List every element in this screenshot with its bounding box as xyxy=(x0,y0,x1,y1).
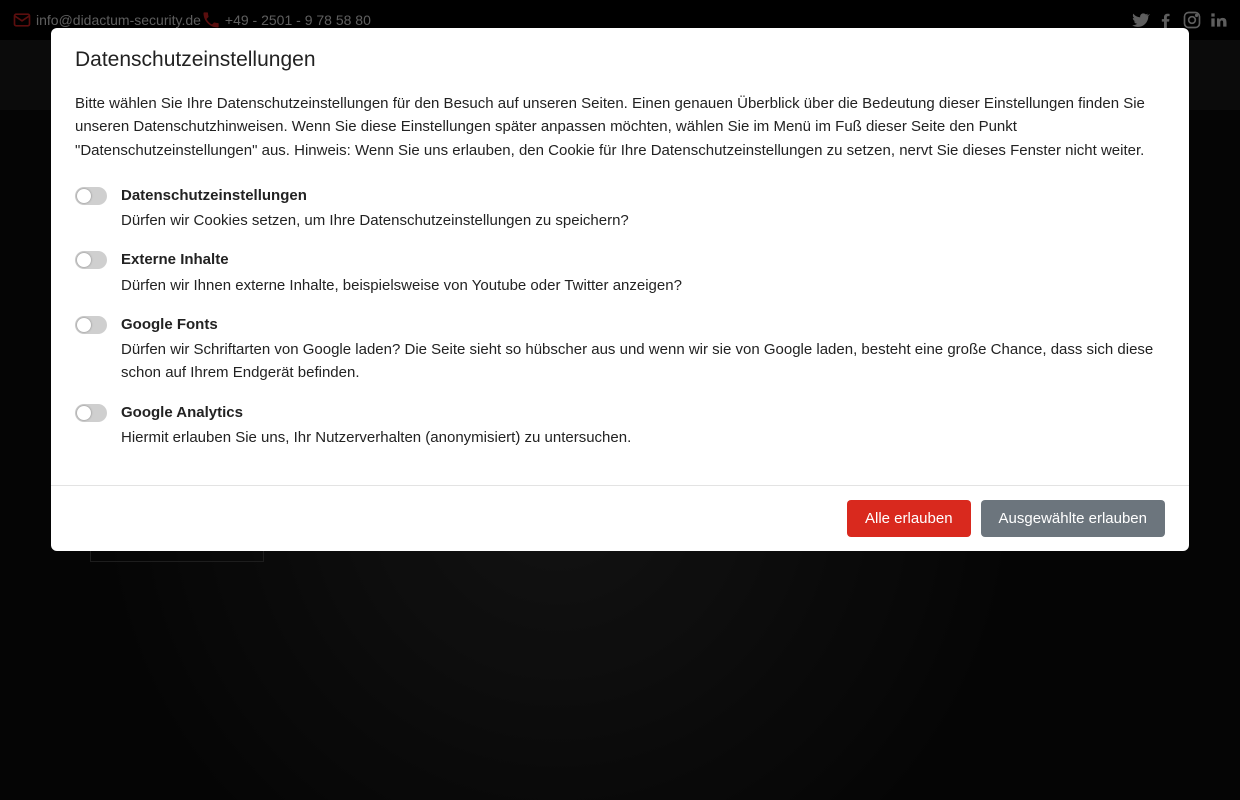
toggle-google-analytics[interactable] xyxy=(75,404,107,422)
toggle-externe-inhalte[interactable] xyxy=(75,251,107,269)
option-title: Datenschutzeinstellungen xyxy=(121,184,629,207)
privacy-modal: Datenschutzeinstellungen Bitte wählen Si… xyxy=(51,28,1189,551)
option-desc: Dürfen wir Ihnen externe Inhalte, beispi… xyxy=(121,274,682,297)
modal-intro-text: Bitte wählen Sie Ihre Datenschutzeinstel… xyxy=(75,92,1165,162)
privacy-option-google-fonts: Google Fonts Dürfen wir Schriftarten von… xyxy=(75,313,1165,385)
option-text: Google Fonts Dürfen wir Schriftarten von… xyxy=(121,313,1165,385)
page-root: info@didactum-security.de +49 - 2501 - 9… xyxy=(0,0,1240,800)
option-desc: Dürfen wir Cookies setzen, um Ihre Daten… xyxy=(121,209,629,232)
option-title: Google Analytics xyxy=(121,401,631,424)
modal-body: Bitte wählen Sie Ihre Datenschutzeinstel… xyxy=(51,92,1189,485)
modal-overlay: Datenschutzeinstellungen Bitte wählen Si… xyxy=(0,0,1240,800)
option-title: Externe Inhalte xyxy=(121,248,682,271)
toggle-datenschutz[interactable] xyxy=(75,187,107,205)
option-text: Externe Inhalte Dürfen wir Ihnen externe… xyxy=(121,248,682,297)
toggle-google-fonts[interactable] xyxy=(75,316,107,334)
option-text: Google Analytics Hiermit erlauben Sie un… xyxy=(121,401,631,450)
allow-selected-button[interactable]: Ausgewählte erlauben xyxy=(981,500,1165,537)
modal-title: Datenschutzeinstellungen xyxy=(51,28,1189,92)
option-title: Google Fonts xyxy=(121,313,1165,336)
option-desc: Dürfen wir Schriftarten von Google laden… xyxy=(121,338,1165,385)
option-desc: Hiermit erlauben Sie uns, Ihr Nutzerverh… xyxy=(121,426,631,449)
privacy-option-externe-inhalte: Externe Inhalte Dürfen wir Ihnen externe… xyxy=(75,248,1165,297)
privacy-option-datenschutz: Datenschutzeinstellungen Dürfen wir Cook… xyxy=(75,184,1165,233)
allow-all-button[interactable]: Alle erlauben xyxy=(847,500,971,537)
modal-footer: Alle erlauben Ausgewählte erlauben xyxy=(51,485,1189,551)
option-text: Datenschutzeinstellungen Dürfen wir Cook… xyxy=(121,184,629,233)
privacy-option-google-analytics: Google Analytics Hiermit erlauben Sie un… xyxy=(75,401,1165,450)
